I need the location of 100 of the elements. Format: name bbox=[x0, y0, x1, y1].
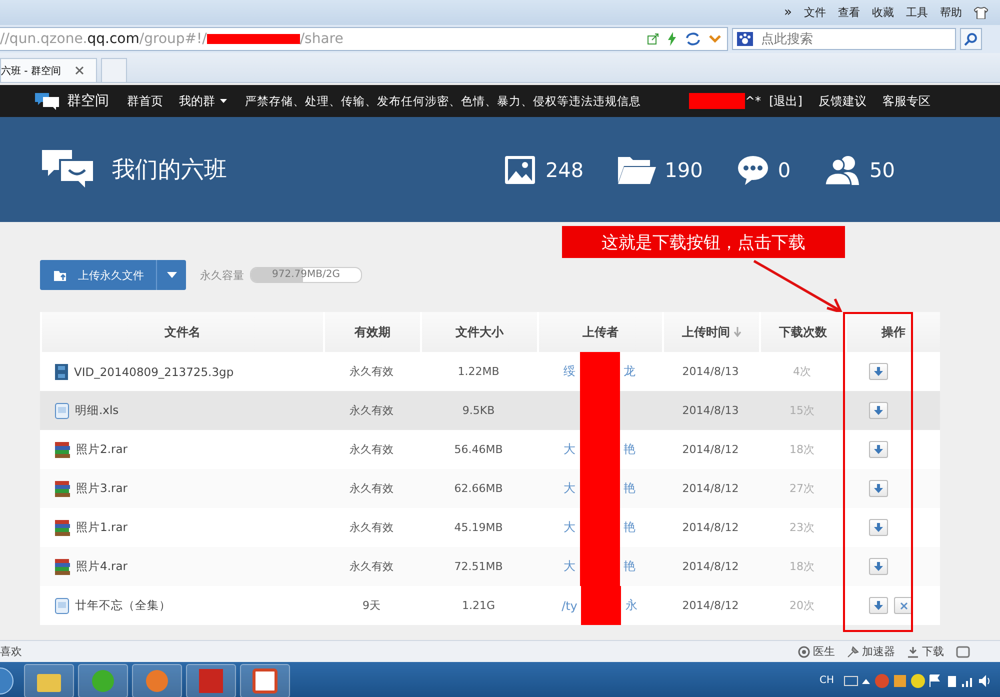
stat-count: 50 bbox=[870, 158, 895, 182]
download-button[interactable] bbox=[869, 519, 888, 536]
quota-label: 永久容量 bbox=[200, 268, 244, 282]
menu-item[interactable]: 帮助 bbox=[940, 5, 962, 20]
file-row[interactable]: 明细.xls 永久有效 9.5KB 2014/8/13 15次 bbox=[40, 391, 940, 430]
file-name[interactable]: 照片3.rar bbox=[76, 481, 128, 496]
download-icon bbox=[874, 523, 883, 532]
table-cell-text: 2014/8/12 bbox=[681, 442, 740, 458]
file-name[interactable]: 照片1.rar bbox=[76, 520, 128, 535]
table-cell-text: 18次 bbox=[788, 559, 816, 575]
tray-icons-drawing[interactable] bbox=[874, 672, 974, 688]
volume-icon[interactable] bbox=[978, 674, 992, 688]
keyboard-icon[interactable] bbox=[844, 676, 858, 686]
table-cell-text: 2014/8/12 bbox=[681, 598, 740, 614]
user-name[interactable]: ^* bbox=[745, 94, 762, 108]
search-input[interactable]: 点此搜索 bbox=[759, 30, 933, 48]
app-icon bbox=[143, 668, 171, 694]
close-icon[interactable] bbox=[74, 66, 84, 75]
status-item[interactable]: 加速器 bbox=[847, 644, 895, 659]
download-button[interactable] bbox=[869, 363, 888, 380]
file-name[interactable]: 照片4.rar bbox=[76, 559, 128, 574]
menu-item[interactable]: 查看 bbox=[838, 5, 860, 20]
table-cell-text: 4次 bbox=[792, 364, 812, 380]
picture-icon[interactable] bbox=[504, 154, 536, 184]
table-cell-text: 2014/8/13 bbox=[681, 403, 740, 419]
table-cell-text: 20次 bbox=[788, 598, 816, 614]
file-name[interactable]: 照片2.rar bbox=[76, 442, 128, 457]
comment-icon[interactable] bbox=[736, 154, 769, 184]
download-button[interactable] bbox=[869, 402, 888, 419]
books-stack-icon bbox=[55, 558, 70, 574]
download-button[interactable] bbox=[869, 441, 888, 458]
nav-link[interactable]: [退出] bbox=[769, 92, 802, 110]
status-item[interactable]: 医生 bbox=[798, 644, 835, 659]
more-icon[interactable]: » bbox=[784, 5, 792, 20]
brand-name[interactable]: 群空间 bbox=[67, 92, 109, 110]
upload-button[interactable]: 上传永久文件 bbox=[40, 260, 156, 290]
search-field[interactable]: 点此搜索 bbox=[732, 28, 956, 50]
nav-link[interactable]: 客服专区 bbox=[882, 92, 930, 110]
address-bar[interactable]: //qun.qzone.qq.com/group#!/ /share bbox=[0, 27, 728, 51]
download-button[interactable] bbox=[869, 558, 888, 575]
file-name[interactable]: VID_20140809_213725.3gp bbox=[74, 364, 234, 378]
download-button[interactable] bbox=[869, 597, 888, 614]
file-row[interactable]: 照片4.rar 永久有效 72.51MB 大 艳 2014/8/12 18次 bbox=[40, 547, 940, 586]
menu-item[interactable]: 文件 bbox=[804, 5, 826, 20]
download-icon bbox=[874, 445, 883, 454]
download-icon bbox=[874, 367, 883, 376]
table-cell-text: 45.19MB bbox=[453, 520, 504, 536]
search-icon bbox=[964, 32, 978, 46]
paw-icon[interactable] bbox=[737, 32, 753, 46]
dropdown-button[interactable] bbox=[156, 260, 186, 290]
document-icon bbox=[55, 598, 69, 614]
status-item[interactable]: 下载 bbox=[907, 644, 944, 659]
table-cell-text: 9.5KB bbox=[461, 403, 496, 419]
nav-link[interactable]: 反馈建议 bbox=[818, 92, 866, 110]
stat-count: 248 bbox=[545, 158, 584, 182]
browser-tab[interactable]: 六班 - 群空间 bbox=[0, 58, 97, 82]
table-cell-text: 1.21G bbox=[460, 598, 496, 614]
table-cell-text: 9天 bbox=[362, 598, 382, 614]
people-icon[interactable] bbox=[824, 154, 861, 184]
quota-text: 972.79MB/2G bbox=[271, 268, 341, 282]
table-cell-text: 2014/8/12 bbox=[681, 520, 740, 536]
table-cell-text: 永久有效 bbox=[348, 403, 394, 419]
caret-icon bbox=[166, 272, 176, 278]
table-cell-text: 2014/8/12 bbox=[681, 559, 740, 575]
share-icon[interactable] bbox=[647, 33, 659, 45]
nav-link[interactable]: 我的群 bbox=[179, 92, 227, 110]
redaction-bar bbox=[580, 352, 620, 391]
menu-item[interactable]: 收藏 bbox=[872, 5, 894, 20]
download-icon bbox=[874, 484, 883, 493]
taskbar-button[interactable] bbox=[240, 664, 290, 697]
taskbar-button[interactable] bbox=[24, 664, 74, 697]
file-row[interactable]: 照片3.rar 永久有效 62.66MB 大 艳 2014/8/12 27次 bbox=[40, 469, 940, 508]
folder-icon[interactable] bbox=[618, 154, 656, 184]
download-button[interactable] bbox=[869, 480, 888, 497]
books-stack-icon bbox=[55, 442, 70, 458]
table-cell-text: 永久有效 bbox=[348, 364, 394, 380]
film-icon bbox=[55, 364, 68, 380]
caret-icon bbox=[220, 98, 227, 104]
shirt-icon[interactable] bbox=[974, 6, 988, 18]
search-button[interactable] bbox=[960, 28, 982, 50]
download-icon bbox=[907, 646, 919, 658]
taskbar-button[interactable] bbox=[132, 664, 182, 697]
redaction-bar bbox=[689, 93, 745, 109]
notice-text: 严禁存储、处理、传输、发布任何涉密、色情、暴力、侵权等违法违规信息 bbox=[245, 94, 641, 108]
taskbar-button[interactable] bbox=[186, 664, 236, 697]
chat-bubbles-icon[interactable] bbox=[35, 91, 59, 111]
lightning-icon[interactable] bbox=[667, 32, 677, 46]
table-cell-text: 27次 bbox=[788, 481, 816, 497]
table-cell-text: 1.22MB bbox=[456, 364, 500, 380]
menu-item[interactable]: 工具 bbox=[906, 5, 928, 20]
refresh-icon[interactable] bbox=[685, 32, 701, 46]
file-name[interactable]: 明细.xls bbox=[75, 403, 119, 418]
nav-link[interactable]: 群首页 bbox=[127, 92, 163, 110]
taskbar-button[interactable] bbox=[78, 664, 128, 697]
file-name[interactable]: 廿年不忘（全集） bbox=[75, 598, 171, 613]
language-indicator[interactable]: CH bbox=[819, 675, 834, 686]
window-icon[interactable] bbox=[956, 646, 970, 658]
app-icon bbox=[197, 668, 225, 694]
table-cell-text: 23次 bbox=[788, 520, 816, 536]
caret-icon[interactable] bbox=[862, 678, 870, 684]
